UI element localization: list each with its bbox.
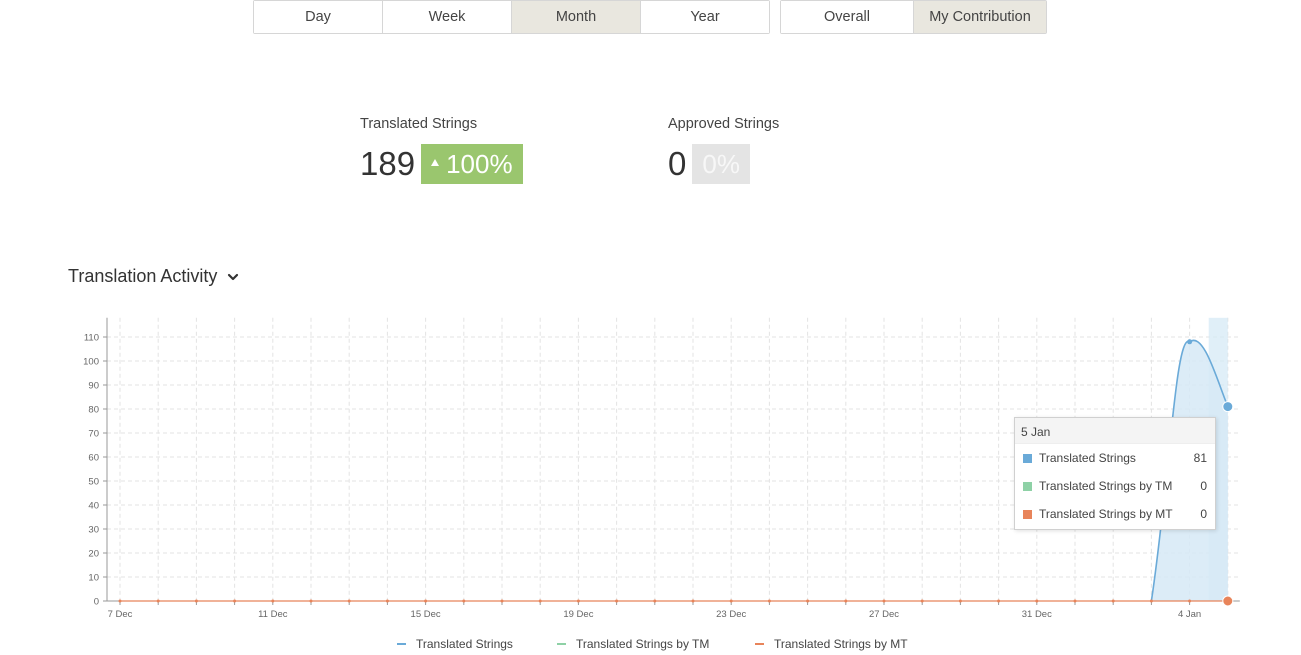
mt-point — [424, 599, 428, 603]
translated-point-active — [1222, 401, 1234, 413]
tooltip-row-name: Translated Strings by MT — [1039, 507, 1173, 521]
mt-point — [538, 599, 542, 603]
mt-point — [767, 599, 771, 603]
y-tick-label: 40 — [88, 501, 99, 512]
tooltip-row-value: 0 — [1200, 479, 1207, 493]
mt-point — [194, 599, 198, 603]
translated-point — [1187, 339, 1193, 345]
tooltip-swatch-translated — [1023, 453, 1032, 463]
y-tick-label: 10 — [88, 573, 99, 584]
y-tick-label: 80 — [88, 405, 99, 416]
mt-point — [729, 599, 733, 603]
mt-point — [233, 599, 237, 603]
legend-label: Translated Strings — [416, 637, 513, 651]
mt-point — [615, 599, 619, 603]
chart-tooltip: 5 Jan Translated Strings 81 Translated S… — [1014, 417, 1216, 530]
legend-line-icon — [755, 643, 764, 645]
tooltip-swatch-mt — [1023, 509, 1032, 519]
y-tick-label: 60 — [88, 453, 99, 464]
mt-point — [958, 599, 962, 603]
mt-point — [271, 599, 275, 603]
legend-item-mt[interactable]: Translated Strings by MT — [755, 637, 908, 651]
y-tick-label: 30 — [88, 525, 99, 536]
mt-point — [576, 599, 580, 603]
tooltip-swatch-tm — [1023, 481, 1032, 491]
y-tick-label: 50 — [88, 477, 99, 488]
mt-point — [500, 599, 504, 603]
mt-point — [806, 599, 810, 603]
x-tick-label: 15 Dec — [411, 609, 441, 620]
y-tick-label: 70 — [88, 429, 99, 440]
legend-line-icon — [397, 643, 406, 645]
legend-label: Translated Strings by TM — [576, 637, 710, 651]
legend-line-icon — [557, 643, 566, 645]
mt-point — [1073, 599, 1077, 603]
x-tick-label: 7 Dec — [108, 609, 133, 620]
tooltip-row: Translated Strings 81 — [1015, 444, 1215, 472]
y-tick-label: 90 — [88, 381, 99, 392]
tooltip-row: Translated Strings by MT 0 — [1015, 500, 1215, 528]
mt-point — [997, 599, 1001, 603]
mt-point-active — [1222, 595, 1234, 607]
tooltip-row-name: Translated Strings — [1039, 451, 1136, 465]
tooltip-row-name: Translated Strings by TM — [1039, 479, 1173, 493]
x-tick-label: 31 Dec — [1022, 609, 1052, 620]
tooltip-row-value: 81 — [1193, 451, 1207, 465]
mt-point — [1035, 599, 1039, 603]
legend-item-translated[interactable]: Translated Strings — [397, 637, 513, 651]
mt-point — [1149, 599, 1153, 603]
mt-point — [118, 599, 122, 603]
x-tick-label: 23 Dec — [716, 609, 746, 620]
y-tick-label: 20 — [88, 549, 99, 560]
translation-activity-chart: 0 10 20 30 40 50 60 70 80 90 100 110 7 Dec 11 Dec 15 D… — [83, 317, 1240, 620]
chart-legend: Translated Strings Translated Strings by… — [0, 637, 1301, 655]
mt-point — [347, 599, 351, 603]
mt-point — [309, 599, 313, 603]
mt-point — [882, 599, 886, 603]
x-tick-label: 11 Dec — [258, 609, 288, 620]
tooltip-row: Translated Strings by TM 0 — [1015, 472, 1215, 500]
legend-label: Translated Strings by MT — [774, 637, 908, 651]
mt-point — [653, 599, 657, 603]
mt-point — [156, 599, 160, 603]
legend-item-tm[interactable]: Translated Strings by TM — [557, 637, 709, 651]
y-tick-label: 100 — [83, 357, 99, 368]
mt-point — [1188, 599, 1192, 603]
mt-point — [920, 599, 924, 603]
mt-point — [691, 599, 695, 603]
y-tick-label: 110 — [84, 333, 99, 344]
x-tick-label: 27 Dec — [869, 609, 899, 620]
mt-point — [1111, 599, 1115, 603]
tooltip-row-value: 0 — [1200, 507, 1207, 521]
mt-point — [462, 599, 466, 603]
mt-point — [844, 599, 848, 603]
y-tick-label: 0 — [94, 597, 99, 608]
x-tick-label: 19 Dec — [563, 609, 593, 620]
mt-point — [385, 599, 389, 603]
x-tick-label: 4 Jan — [1178, 609, 1201, 620]
tooltip-date: 5 Jan — [1015, 418, 1215, 444]
